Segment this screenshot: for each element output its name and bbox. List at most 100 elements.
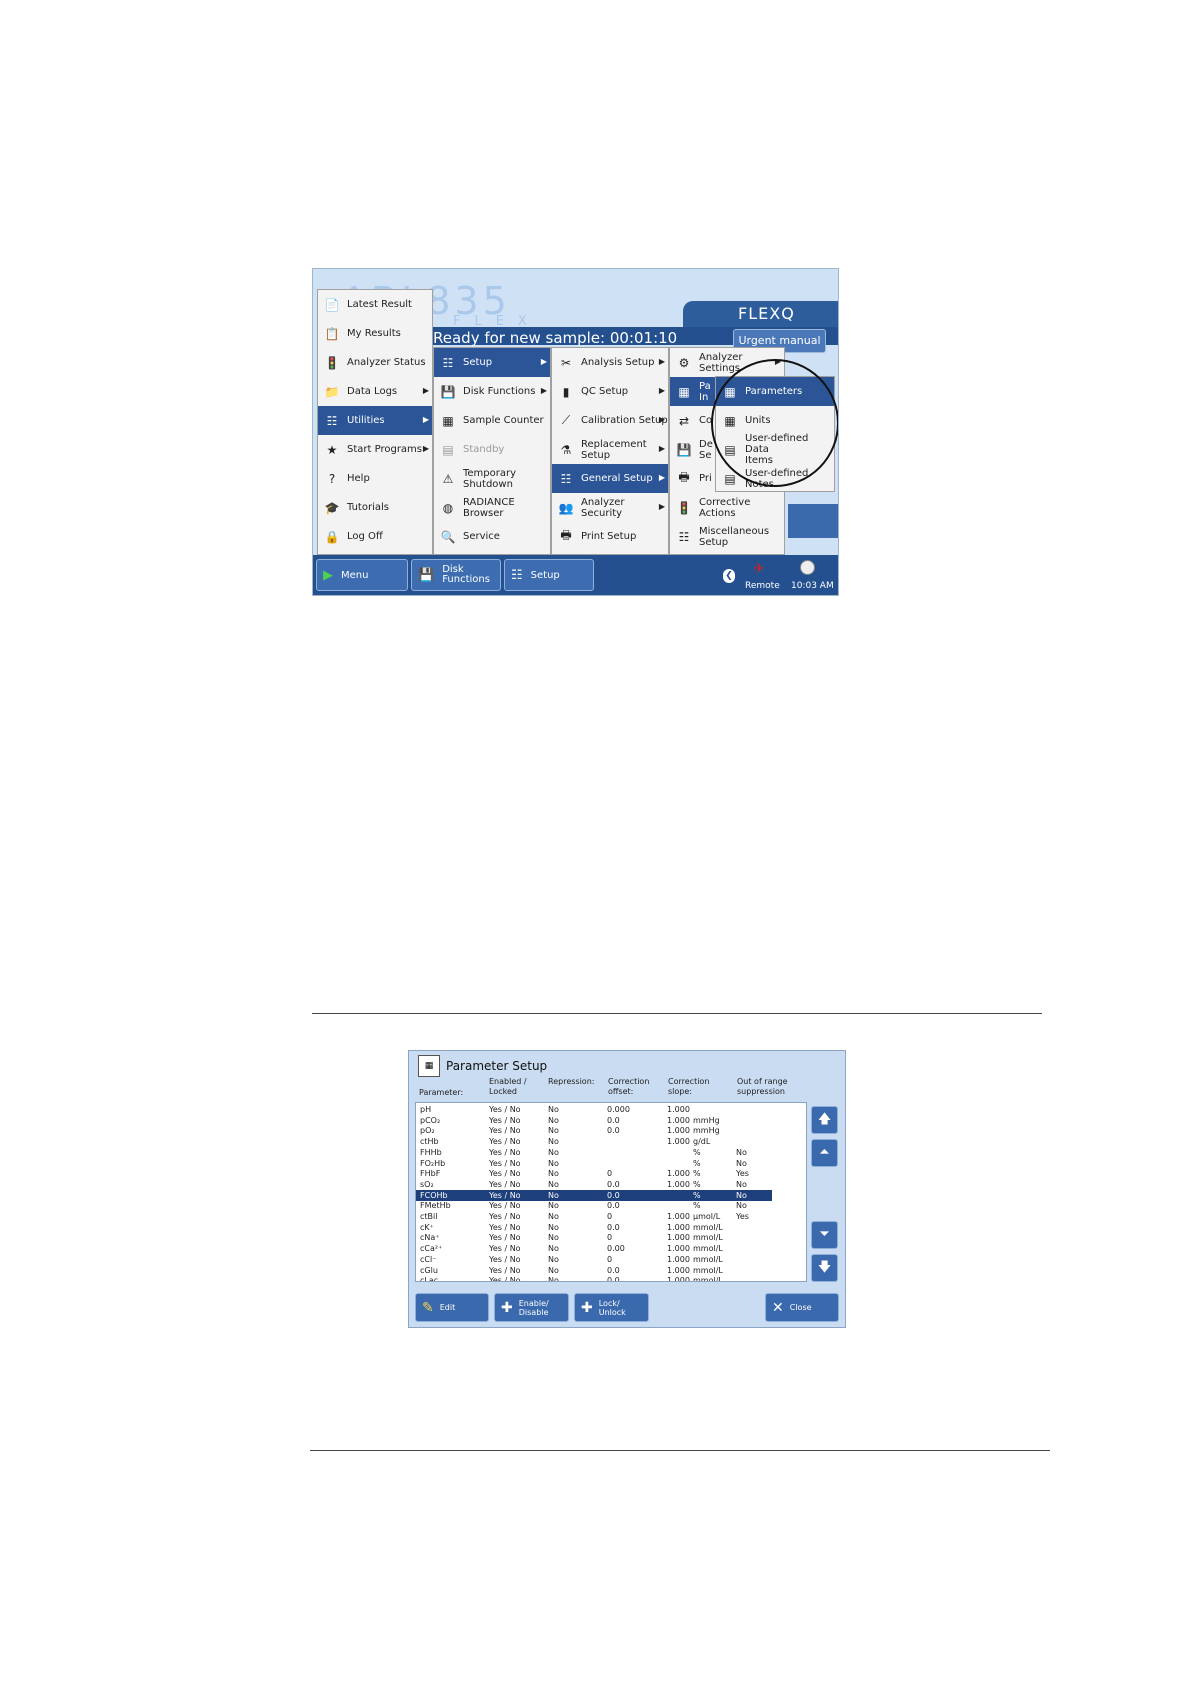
- util-item-3[interactable]: ▤ Standby: [434, 435, 550, 464]
- back-icon[interactable]: ❮: [723, 569, 735, 583]
- table-cell: mmol/L: [693, 1233, 723, 1243]
- table-cell: Yes / No: [489, 1254, 521, 1264]
- util-item-6[interactable]: 🔍 Service: [434, 522, 550, 551]
- table-cell: Yes / No: [489, 1190, 521, 1200]
- util-item-5[interactable]: ◍ RADIANCE Browser: [434, 493, 550, 522]
- edit-button[interactable]: ✎ Edit: [415, 1293, 489, 1322]
- menu-item-label: Latest Result: [347, 299, 412, 310]
- submenu-arrow-icon: ▶: [422, 444, 429, 453]
- close-button[interactable]: ✕ Close: [765, 1293, 839, 1322]
- table-cell: No: [548, 1265, 559, 1275]
- standby-icon: ▤: [442, 442, 454, 457]
- menu-item-label: General Setup: [581, 473, 653, 484]
- table-row[interactable]: FO₂Hb Yes / No No% No: [416, 1158, 772, 1169]
- util-item-4[interactable]: ⚠ Temporary Shutdown: [434, 464, 550, 493]
- table-cell: No: [548, 1201, 559, 1211]
- table-row[interactable]: pO₂ Yes / No No 0.0 1.000 mmHg: [416, 1125, 772, 1136]
- general-item-5[interactable]: 🚦 Corrective Actions: [670, 493, 784, 522]
- double-arrow-down-icon: ⏷: [819, 1227, 830, 1242]
- main-item-1[interactable]: 📋 My Results: [318, 319, 432, 348]
- table-cell: Yes: [736, 1169, 749, 1179]
- table-cell: 0.0: [607, 1190, 620, 1200]
- table-cell: 1.000: [667, 1105, 690, 1114]
- table-row[interactable]: pH Yes / No No 0.000 1.000: [416, 1104, 772, 1115]
- table-cell: No: [548, 1179, 559, 1189]
- table-row[interactable]: pCO₂ Yes / No No 0.0 1.000 mmHg: [416, 1115, 772, 1126]
- table-cell: pH: [420, 1105, 432, 1114]
- main-item-4[interactable]: ☷ Utilities ▶: [318, 406, 432, 435]
- pencil-icon: ✎: [422, 1299, 434, 1316]
- scroll-down-button[interactable]: 🡇: [811, 1254, 838, 1282]
- table-cell: cGlu: [420, 1265, 438, 1275]
- setup-item-1[interactable]: ▮ QC Setup ▶: [552, 377, 668, 406]
- plus-icon: ✚: [581, 1299, 593, 1316]
- table-row[interactable]: FHHb Yes / No No% No: [416, 1147, 772, 1158]
- table-cell: Yes: [736, 1212, 749, 1221]
- setup-button[interactable]: ☷ Setup: [504, 559, 594, 591]
- table-cell: FHHb: [420, 1147, 442, 1157]
- disk-icon: 💾: [440, 384, 456, 399]
- arrow-up-icon: 🡅: [817, 1112, 832, 1127]
- table-cell: μmol/L: [693, 1212, 721, 1221]
- table-row[interactable]: cNa⁺ Yes / No No 0 1.000 mmol/L: [416, 1232, 772, 1243]
- setup-item-4[interactable]: ☷ General Setup ▶: [552, 464, 668, 493]
- menu-item-label: QC Setup: [581, 386, 629, 397]
- main-item-5[interactable]: ★ Start Programs ▶: [318, 435, 432, 464]
- parameter-setup-icon: ▦: [418, 1055, 440, 1077]
- util-item-2[interactable]: ▦ Sample Counter: [434, 406, 550, 435]
- page-up-button[interactable]: ⏶: [811, 1139, 838, 1167]
- setup-item-3[interactable]: ⚗ Replacement Setup ▶: [552, 435, 668, 464]
- table-cell: FHbF: [420, 1169, 441, 1179]
- table-cell: 1.000: [667, 1254, 690, 1264]
- table-row[interactable]: ctBil Yes / No No 0 1.000 μmol/L Yes: [416, 1211, 772, 1222]
- menu-item-label: De Se: [699, 438, 713, 461]
- table-row[interactable]: cCl⁻ Yes / No No 0 1.000 mmol/L: [416, 1254, 772, 1265]
- main-item-3[interactable]: 📁 Data Logs ▶: [318, 377, 432, 406]
- main-item-7[interactable]: 🎓 Tutorials: [318, 493, 432, 522]
- table-cell: 0.0: [607, 1265, 620, 1275]
- double-arrow-up-icon: ⏶: [819, 1145, 830, 1160]
- table-cell: Yes / No: [489, 1201, 521, 1211]
- main-item-6[interactable]: ? Help: [318, 464, 432, 493]
- table-row[interactable]: FMetHb Yes / No No 0.0% No: [416, 1200, 772, 1211]
- table-row[interactable]: cLac Yes / No No 0.0 1.000 mmol/L: [416, 1275, 772, 1281]
- menu-item-label: Disk Functions: [463, 386, 536, 397]
- menu-item-label: Help: [347, 473, 370, 484]
- disk-functions-button[interactable]: 💾 Disk Functions: [411, 559, 501, 591]
- corrective-actions-icon: 🚦: [676, 500, 692, 515]
- main-item-0[interactable]: 📄 Latest Result: [318, 290, 432, 319]
- util-item-1[interactable]: 💾 Disk Functions ▶: [434, 377, 550, 406]
- clock-time: 10:03 AM: [791, 581, 834, 591]
- general-item-6[interactable]: ☷ Miscellaneous Setup: [670, 522, 784, 551]
- table-row[interactable]: cGlu Yes / No No 0.0 1.000 mmol/L: [416, 1265, 772, 1276]
- remote-label: Remote: [745, 581, 780, 591]
- menu-item-label: Calibration Setup: [581, 415, 668, 426]
- menu-item-label: Utilities: [347, 415, 385, 426]
- table-cell: 1.000: [667, 1126, 690, 1136]
- table-cell: mmol/L: [693, 1265, 723, 1275]
- parameters-icon: ▦: [678, 384, 690, 399]
- table-cell: ctBil: [420, 1212, 438, 1221]
- setup-item-0[interactable]: ✂ Analysis Setup ▶: [552, 348, 668, 377]
- page-down-button[interactable]: ⏷: [811, 1221, 838, 1249]
- warning-icon: ⚠: [442, 471, 454, 486]
- lock-unlock-button[interactable]: ✚ Lock/ Unlock: [574, 1293, 649, 1322]
- calibration-icon: ⟋: [561, 413, 571, 427]
- setup-item-6[interactable]: 🖶 Print Setup: [552, 522, 668, 551]
- main-item-8[interactable]: 🔒 Log Off: [318, 522, 432, 551]
- menu-button[interactable]: ▶ Menu: [316, 559, 408, 591]
- enable-disable-button[interactable]: ✚ Enable/ Disable: [494, 1293, 569, 1322]
- table-row[interactable]: cCa²⁺ Yes / No No 0.00 1.000 mmol/L: [416, 1243, 772, 1254]
- setup-item-2[interactable]: ⟋ Calibration Setup ▶: [552, 406, 668, 435]
- main-item-2[interactable]: 🚦 Analyzer Status: [318, 348, 432, 377]
- table-row[interactable]: ctHb Yes / No No 1.000 g/dL: [416, 1136, 772, 1147]
- table-cell: cCl⁻: [420, 1254, 437, 1264]
- table-row[interactable]: sO₂ Yes / No No 0.0 1.000% No: [416, 1179, 772, 1190]
- table-row[interactable]: FCOHb Yes / No No 0.0% No: [416, 1189, 772, 1201]
- qc-icon: ▮: [562, 384, 570, 399]
- table-row[interactable]: FHbF Yes / No No 0 1.000% Yes: [416, 1168, 772, 1179]
- setup-item-5[interactable]: 👥 Analyzer Security ▶: [552, 493, 668, 522]
- table-row[interactable]: cK⁺ Yes / No No 0.0 1.000 mmol/L: [416, 1222, 772, 1233]
- scroll-up-button[interactable]: 🡅: [811, 1106, 838, 1134]
- util-item-0[interactable]: ☷ Setup ▶: [434, 348, 550, 377]
